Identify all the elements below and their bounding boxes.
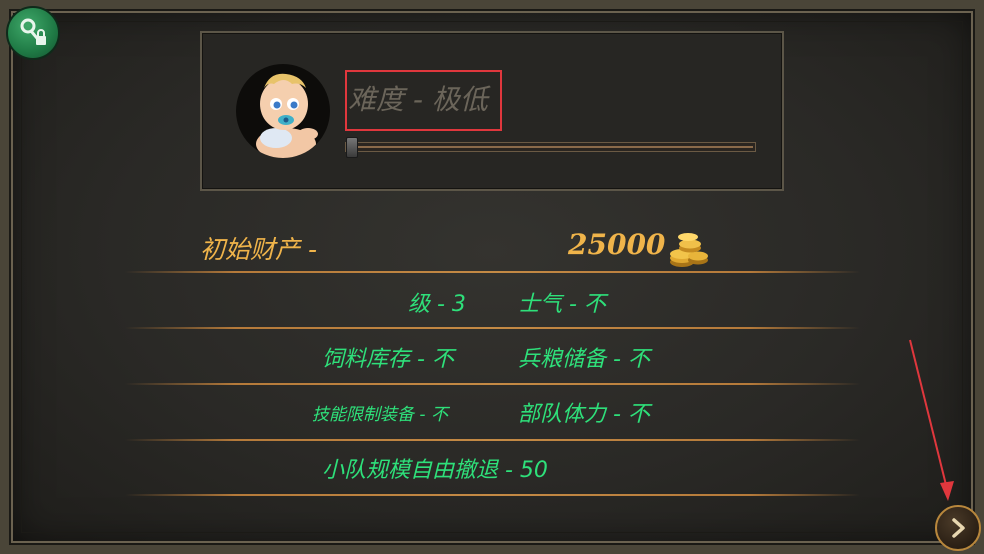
stat-retreat: 小队规模自由撤退 - 50 (322, 458, 548, 483)
row-divider (125, 327, 860, 329)
wealth-label: 初始财产 - (200, 235, 317, 264)
row-divider (125, 271, 860, 273)
row-divider (125, 383, 860, 385)
stat-fodder: 饲料库存 - 不 (322, 347, 454, 372)
row-divider (125, 494, 860, 496)
stat-stamina: 部队体力 - 不 (518, 402, 650, 427)
wealth-value: 25000 (568, 228, 666, 261)
row-divider (125, 439, 860, 441)
baby-avatar (236, 64, 330, 158)
stat-morale: 士气 - 不 (518, 292, 606, 317)
next-button[interactable] (935, 505, 981, 551)
annotation-arrow (909, 339, 954, 501)
stat-level: 级 - 3 (408, 292, 466, 317)
chevron-right-icon (952, 518, 965, 538)
key-lock-icon[interactable] (6, 6, 60, 60)
gold-coins-icon (668, 228, 710, 268)
stat-provisions: 兵粮储备 - 不 (518, 347, 650, 372)
difficulty-slider[interactable] (345, 142, 756, 152)
difficulty-label: 难度 - 极低 (348, 83, 488, 116)
stat-skill-limit: 技能限制装备 - 不 (312, 405, 448, 425)
difficulty-slider-handle[interactable] (346, 137, 358, 158)
